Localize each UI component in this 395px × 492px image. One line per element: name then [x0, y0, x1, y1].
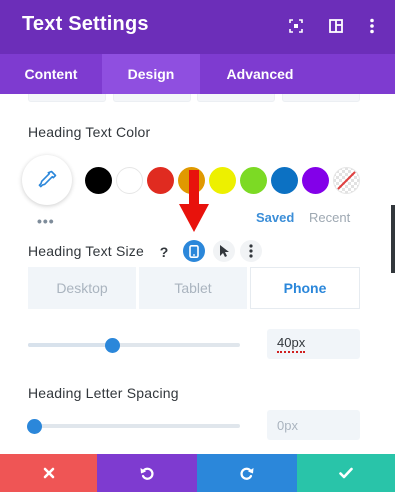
- annotation-arrow-icon: [179, 170, 209, 232]
- modal-header: Text Settings: [0, 0, 395, 54]
- more-vertical-icon[interactable]: [362, 16, 382, 36]
- text-size-input[interactable]: 40px: [267, 329, 360, 359]
- more-colors-button[interactable]: •••: [37, 213, 55, 229]
- check-icon: [339, 467, 353, 479]
- scrollbar[interactable]: [391, 205, 395, 273]
- text-size-value: 40px: [277, 335, 306, 353]
- tab-design[interactable]: Design: [102, 54, 200, 94]
- device-tab-desktop[interactable]: Desktop: [28, 267, 136, 309]
- color-swatch-red[interactable]: [147, 167, 174, 194]
- modal-footer: [0, 454, 395, 492]
- discard-button[interactable]: [0, 454, 97, 492]
- color-swatch-black[interactable]: [85, 167, 112, 194]
- tab-content[interactable]: Content: [0, 54, 102, 94]
- color-swatch-green[interactable]: [240, 167, 267, 194]
- text-size-slider-track[interactable]: [28, 343, 240, 347]
- undo-button[interactable]: [97, 454, 197, 492]
- previous-field: [197, 94, 275, 102]
- letter-spacing-slider-handle[interactable]: [27, 419, 42, 434]
- cursor-icon: [220, 245, 229, 257]
- heading-text-size-label: Heading Text Size: [28, 243, 144, 259]
- more-vertical-icon: [249, 244, 253, 258]
- color-swatch-white[interactable]: [116, 167, 143, 194]
- save-button[interactable]: [297, 454, 395, 492]
- undo-icon: [140, 467, 154, 480]
- color-swatch-blue[interactable]: [271, 167, 298, 194]
- previous-field: [113, 94, 191, 102]
- tab-advanced[interactable]: Advanced: [200, 54, 320, 94]
- device-tab-tablet[interactable]: Tablet: [139, 267, 247, 309]
- color-swatch-purple[interactable]: [302, 167, 329, 194]
- text-size-slider-fill: [28, 343, 112, 347]
- color-swatch-yellow[interactable]: [209, 167, 236, 194]
- previous-field: [28, 94, 106, 102]
- recent-colors-tab[interactable]: Recent: [309, 210, 350, 225]
- previous-field: [282, 94, 360, 102]
- heading-letter-spacing-label: Heading Letter Spacing: [28, 385, 179, 401]
- settings-tabs: Content Design Advanced: [0, 54, 395, 94]
- modal-title: Text Settings: [22, 13, 149, 35]
- field-options-button[interactable]: [240, 240, 262, 262]
- heading-text-color-label: Heading Text Color: [28, 124, 151, 140]
- saved-colors-tab[interactable]: Saved: [256, 210, 294, 225]
- color-swatch-none[interactable]: [333, 167, 360, 194]
- redo-button[interactable]: [197, 454, 297, 492]
- help-icon[interactable]: ?: [153, 241, 175, 263]
- split-view-icon[interactable]: [326, 16, 346, 36]
- letter-spacing-input[interactable]: 0px: [267, 410, 360, 440]
- close-icon: [43, 467, 54, 479]
- redo-icon: [240, 467, 254, 480]
- device-tab-phone[interactable]: Phone: [250, 267, 360, 309]
- hover-state-button[interactable]: [213, 240, 235, 262]
- responsive-phone-button[interactable]: [183, 240, 205, 262]
- letter-spacing-value: 0px: [277, 417, 298, 433]
- eyedropper-icon: [38, 170, 57, 188]
- letter-spacing-slider-track[interactable]: [28, 424, 240, 428]
- color-picker-button[interactable]: [22, 155, 72, 205]
- phone-icon: [189, 244, 199, 258]
- text-size-slider-handle[interactable]: [105, 338, 120, 353]
- expand-icon[interactable]: [286, 16, 306, 36]
